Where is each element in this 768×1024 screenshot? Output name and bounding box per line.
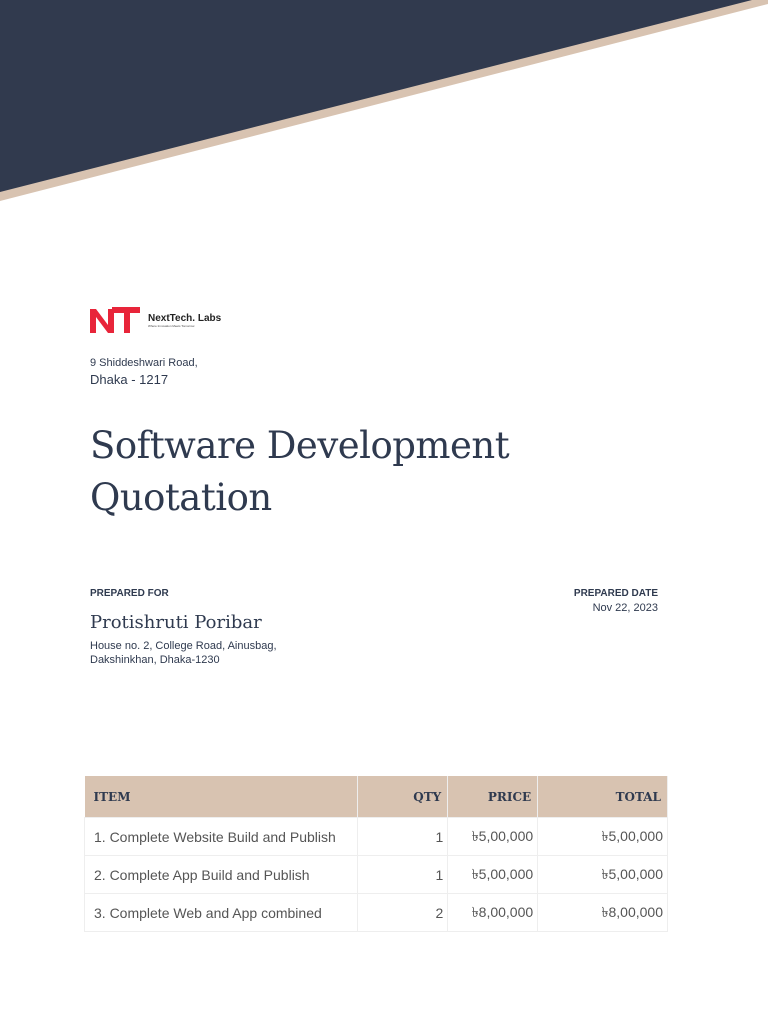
nt-logo-icon (90, 307, 140, 333)
cell-item: 3. Complete Web and App combined (83, 893, 359, 932)
header-banner (0, 0, 768, 201)
client-address-line1: House no. 2, College Road, Ainusbag, (90, 640, 277, 652)
table-row: 2. Complete App Build and Publish 1 ৳5,0… (83, 855, 668, 894)
prepared-date-value: Nov 22, 2023 (592, 602, 658, 614)
cell-total: ৳5,00,000 (537, 855, 668, 894)
quotation-page: NextTech. Labs Where Innovation Meets To… (0, 0, 768, 1024)
cell-price: ৳5,00,000 (447, 817, 539, 856)
company-address-line1: 9 Shiddeshwari Road, (90, 357, 198, 369)
logo-tagline: Where Innovation Meets Tomorrow (148, 323, 195, 328)
cell-qty: 1 (357, 817, 449, 856)
client-address-line2: Dakshinkhan, Dhaka-1230 (90, 654, 220, 666)
logo-name: NextTech. Labs (148, 312, 222, 324)
cell-price: ৳8,00,000 (447, 893, 539, 932)
title-line1: Software Development (90, 424, 510, 467)
prepared-date-label: PREPARED DATE (573, 588, 658, 599)
document-title: Software Development Quotation (90, 420, 510, 524)
company-address-line2: Dhaka - 1217 (90, 372, 169, 387)
table-row: 1. Complete Website Build and Publish 1 … (83, 817, 668, 856)
table-row: 3. Complete Web and App combined 2 ৳8,00… (83, 893, 668, 932)
cell-item: 1. Complete Website Build and Publish (83, 817, 359, 856)
header-item: ITEM (84, 776, 359, 818)
prepared-date: PREPARED DATE Nov 22, 2023 (574, 588, 658, 614)
prepared-for-label: PREPARED FOR (90, 588, 169, 599)
cell-price: ৳5,00,000 (447, 855, 539, 894)
header-total: TOTAL (537, 776, 668, 818)
cell-total: ৳5,00,000 (537, 817, 668, 856)
table-header-row: ITEM QTY PRICE TOTAL (84, 776, 668, 818)
cell-total: ৳8,00,000 (537, 893, 668, 932)
title-line2: Quotation (90, 476, 272, 519)
cell-qty: 1 (357, 855, 449, 894)
cell-item: 2. Complete App Build and Publish (83, 855, 359, 894)
client-address: House no. 2, College Road, Ainusbag, Dak… (90, 639, 277, 667)
cell-qty: 2 (357, 893, 449, 932)
company-logo: NextTech. Labs Where Innovation Meets To… (90, 305, 221, 335)
header-price: PRICE (447, 776, 539, 818)
header-qty: QTY (357, 776, 449, 818)
quotation-table: ITEM QTY PRICE TOTAL 1. Complete Website… (83, 776, 668, 932)
client-name: Protishruti Poribar (90, 612, 262, 633)
